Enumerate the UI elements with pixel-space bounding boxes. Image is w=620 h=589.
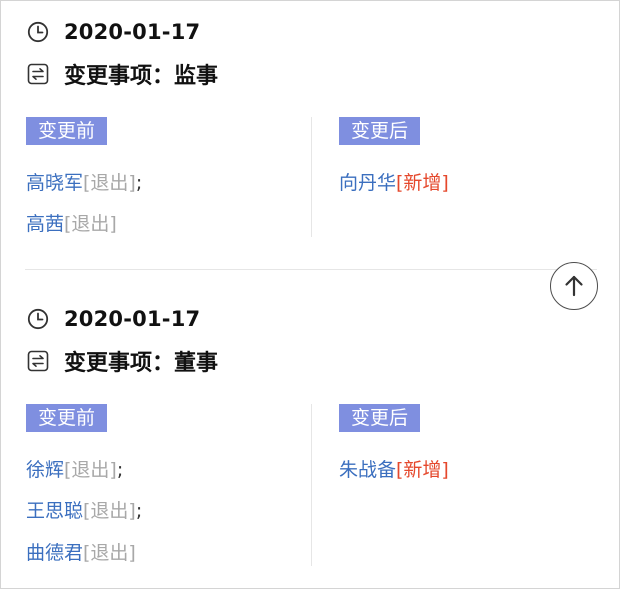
- back-to-top-button[interactable]: [550, 262, 598, 310]
- person-entry: 高茜[退出]: [26, 212, 117, 236]
- person-entry: 曲德君[退出]: [26, 541, 136, 565]
- after-tag: 变更后: [339, 117, 421, 145]
- person-name-link[interactable]: 王思聪: [26, 500, 83, 522]
- change-item-title: 变更事项：董事: [64, 351, 219, 376]
- after-tag: 变更后: [339, 404, 421, 432]
- person-name-link[interactable]: 高茜: [26, 213, 64, 235]
- separator: ;: [135, 500, 143, 522]
- person-status: [退出]: [83, 500, 136, 522]
- person-name-link[interactable]: 向丹华: [339, 172, 396, 194]
- arrow-up-icon: [561, 273, 587, 299]
- person-entry: 王思聪[退出];: [26, 499, 142, 523]
- person-name-link[interactable]: 朱战备: [339, 459, 396, 481]
- clock-icon: [27, 21, 49, 43]
- change-date-row: 2020-01-17: [27, 306, 200, 332]
- person-entry: 向丹华[新增]: [339, 171, 449, 195]
- change-item-title: 变更事项：监事: [64, 64, 219, 89]
- person-status: [退出]: [64, 459, 117, 481]
- separator: ;: [135, 172, 143, 194]
- column-divider: [311, 117, 312, 237]
- person-entry: 高晓军[退出];: [26, 171, 142, 195]
- person-name-link[interactable]: 高晓军: [26, 172, 83, 194]
- column-divider: [311, 404, 312, 566]
- person-status: [新增]: [396, 172, 449, 194]
- change-date: 2020-01-17: [64, 20, 201, 44]
- change-item-row: 变更事项：董事: [27, 346, 218, 376]
- change-date: 2020-01-17: [64, 307, 201, 331]
- change-date-row: 2020-01-17: [27, 19, 200, 45]
- person-name-link[interactable]: 曲德君: [26, 542, 83, 564]
- separator: ;: [116, 459, 124, 481]
- person-name-link[interactable]: 徐辉: [26, 459, 64, 481]
- record-divider: [25, 269, 597, 270]
- person-status: [退出]: [83, 542, 136, 564]
- person-entry: 朱战备[新增]: [339, 458, 449, 482]
- exchange-icon: [27, 350, 49, 372]
- exchange-icon: [27, 63, 49, 85]
- before-tag: 变更前: [26, 404, 108, 432]
- before-tag: 变更前: [26, 117, 108, 145]
- person-status: [退出]: [64, 213, 117, 235]
- person-status: [退出]: [83, 172, 136, 194]
- person-status: [新增]: [396, 459, 449, 481]
- person-entry: 徐辉[退出];: [26, 458, 123, 482]
- clock-icon: [27, 308, 49, 330]
- change-item-row: 变更事项：监事: [27, 59, 218, 89]
